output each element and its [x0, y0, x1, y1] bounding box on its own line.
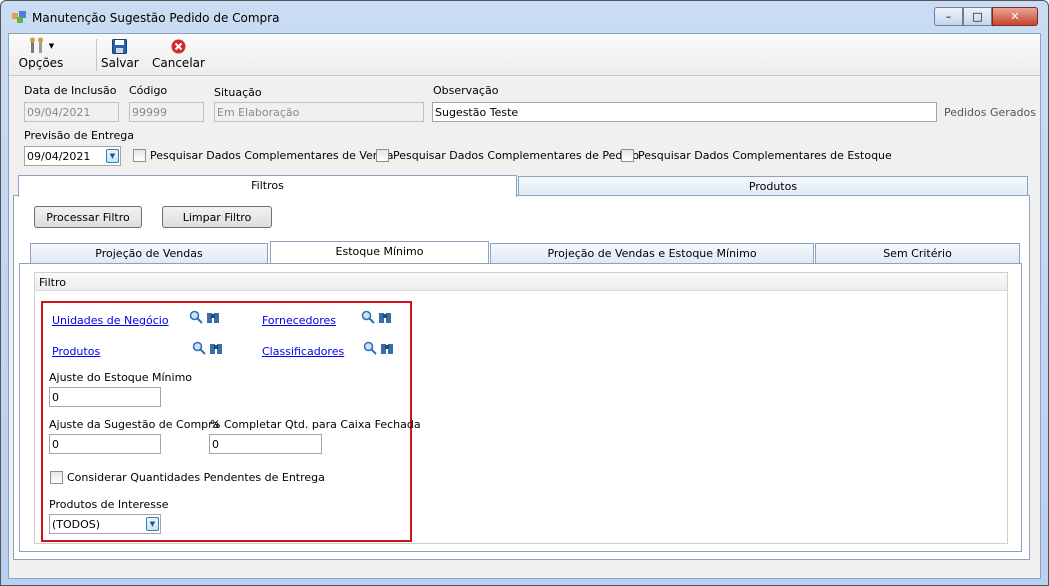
- tab-sales-projection[interactable]: Projeção de Vendas: [30, 243, 268, 263]
- tab-min-stock[interactable]: Estoque Mínimo: [270, 241, 489, 263]
- binoculars-icon[interactable]: [206, 310, 220, 324]
- calendar-dropdown-button[interactable]: ▼: [106, 149, 119, 163]
- observation-field[interactable]: Sugestão Teste: [432, 102, 937, 122]
- code-field: 99999: [129, 102, 204, 122]
- save-button[interactable]: Salvar: [101, 36, 139, 70]
- main-window: Manutenção Sugestão Pedido de Compra – □…: [0, 0, 1049, 586]
- inclusion-date-field: 09/04/2021: [24, 102, 119, 122]
- clear-filter-button[interactable]: Limpar Filtro: [162, 206, 272, 228]
- chk-stock-data[interactable]: Pesquisar Dados Complementares de Estoqu…: [621, 149, 892, 162]
- binoculars-icon[interactable]: [209, 341, 223, 355]
- chk-stock-label: Pesquisar Dados Complementares de Estoqu…: [638, 149, 892, 162]
- min-stock-adj-input[interactable]: 0: [49, 387, 161, 407]
- delivery-date-picker[interactable]: 09/04/2021 ▼: [24, 146, 121, 166]
- binoculars-icon[interactable]: [378, 310, 392, 324]
- title-bar[interactable]: Manutenção Sugestão Pedido de Compra – □…: [1, 1, 1048, 33]
- app-icon: [12, 11, 26, 23]
- interest-label: Produtos de Interesse: [49, 498, 169, 511]
- pending-delivery-label: Considerar Quantidades Pendentes de Entr…: [67, 471, 325, 484]
- suppliers-lookup: [361, 310, 392, 324]
- chevron-down-icon: ▼: [48, 42, 55, 50]
- generated-orders-label: Pedidos Gerados: [944, 106, 1036, 119]
- cancel-icon: [171, 39, 185, 53]
- min-stock-panel: Filtro Unidades de Negócio Fornecedores: [19, 263, 1022, 552]
- checkbox-icon: [50, 471, 63, 484]
- tools-icon: [29, 37, 43, 53]
- tab-sales-and-stock[interactable]: Projeção de Vendas e Estoque Mínimo: [490, 243, 814, 263]
- complete-box-input[interactable]: 0: [209, 434, 322, 454]
- process-filter-button[interactable]: Processar Filtro: [34, 206, 142, 228]
- interest-value: (TODOS): [52, 518, 101, 531]
- chk-sales-label: Pesquisar Dados Complementares de Venda: [150, 149, 394, 162]
- checkbox-icon: [621, 149, 634, 162]
- filters-panel: Processar Filtro Limpar Filtro Projeção …: [13, 195, 1030, 560]
- toolbar: ▼ Opções Salvar Cancelar: [9, 34, 1040, 76]
- products-lookup: [192, 341, 223, 355]
- classifiers-link[interactable]: Classificadores: [262, 345, 344, 358]
- options-label: Opções: [18, 56, 64, 70]
- delivery-date-value: 09/04/2021: [27, 150, 91, 163]
- inclusion-date-label: Data de Inclusão: [24, 84, 117, 97]
- cancel-button[interactable]: Cancelar: [152, 36, 205, 70]
- minimize-button[interactable]: –: [934, 7, 963, 26]
- code-label: Código: [129, 84, 168, 97]
- chevron-down-icon: ▼: [109, 152, 116, 160]
- interest-dropdown-button[interactable]: ▼: [146, 517, 159, 531]
- highlight-box: Unidades de Negócio Fornecedores Produto…: [41, 301, 421, 542]
- save-label: Salvar: [101, 56, 139, 70]
- chk-pending-delivery[interactable]: Considerar Quantidades Pendentes de Entr…: [50, 471, 325, 484]
- toolbar-separator: [96, 39, 97, 71]
- business-units-lookup: [189, 310, 220, 324]
- checkbox-icon: [133, 149, 146, 162]
- products-link[interactable]: Produtos: [52, 345, 100, 358]
- business-units-link[interactable]: Unidades de Negócio: [52, 314, 169, 327]
- filter-group-title: Filtro: [35, 273, 1007, 291]
- status-label: Situação: [214, 86, 262, 99]
- interest-select[interactable]: (TODOS) ▼: [49, 514, 161, 534]
- tab-no-criteria[interactable]: Sem Critério: [815, 243, 1020, 263]
- classifiers-lookup: [363, 341, 394, 355]
- filter-group: Filtro Unidades de Negócio Fornecedores: [34, 272, 1008, 544]
- window-title: Manutenção Sugestão Pedido de Compra: [32, 11, 280, 25]
- complete-box-label: % Completar Qtd. para Caixa Fechada: [210, 418, 421, 431]
- cancel-label: Cancelar: [152, 56, 205, 70]
- status-field: Em Elaboração: [214, 102, 424, 122]
- chk-order-label: Pesquisar Dados Complementares de Pedido: [393, 149, 640, 162]
- minimize-icon: –: [945, 10, 952, 23]
- search-icon[interactable]: [363, 341, 377, 355]
- search-icon[interactable]: [361, 310, 375, 324]
- save-icon: [111, 38, 127, 54]
- search-icon[interactable]: [189, 310, 203, 324]
- maximize-button[interactable]: □: [963, 7, 992, 26]
- delivery-label: Previsão de Entrega: [24, 129, 135, 142]
- chk-sales-data[interactable]: Pesquisar Dados Complementares de Venda: [133, 149, 394, 162]
- tab-products[interactable]: Produtos: [518, 176, 1028, 196]
- options-button[interactable]: ▼ Opções: [17, 36, 65, 70]
- suggestion-adj-input[interactable]: 0: [49, 434, 161, 454]
- min-stock-adj-label: Ajuste do Estoque Mínimo: [49, 371, 193, 384]
- checkbox-icon: [376, 149, 389, 162]
- observation-label: Observação: [433, 84, 499, 97]
- client-area: ▼ Opções Salvar Cancelar Data de Inclusã…: [8, 33, 1041, 579]
- close-button[interactable]: ✕: [992, 7, 1038, 26]
- binoculars-icon[interactable]: [380, 341, 394, 355]
- chevron-down-icon: ▼: [149, 520, 156, 528]
- chk-order-data[interactable]: Pesquisar Dados Complementares de Pedido: [376, 149, 639, 162]
- search-icon[interactable]: [192, 341, 206, 355]
- close-icon: ✕: [1010, 10, 1020, 23]
- tab-filters[interactable]: Filtros: [18, 175, 517, 197]
- maximize-icon: □: [972, 10, 983, 23]
- suggestion-adj-label: Ajuste da Sugestão de Compra: [49, 418, 220, 431]
- suppliers-link[interactable]: Fornecedores: [262, 314, 336, 327]
